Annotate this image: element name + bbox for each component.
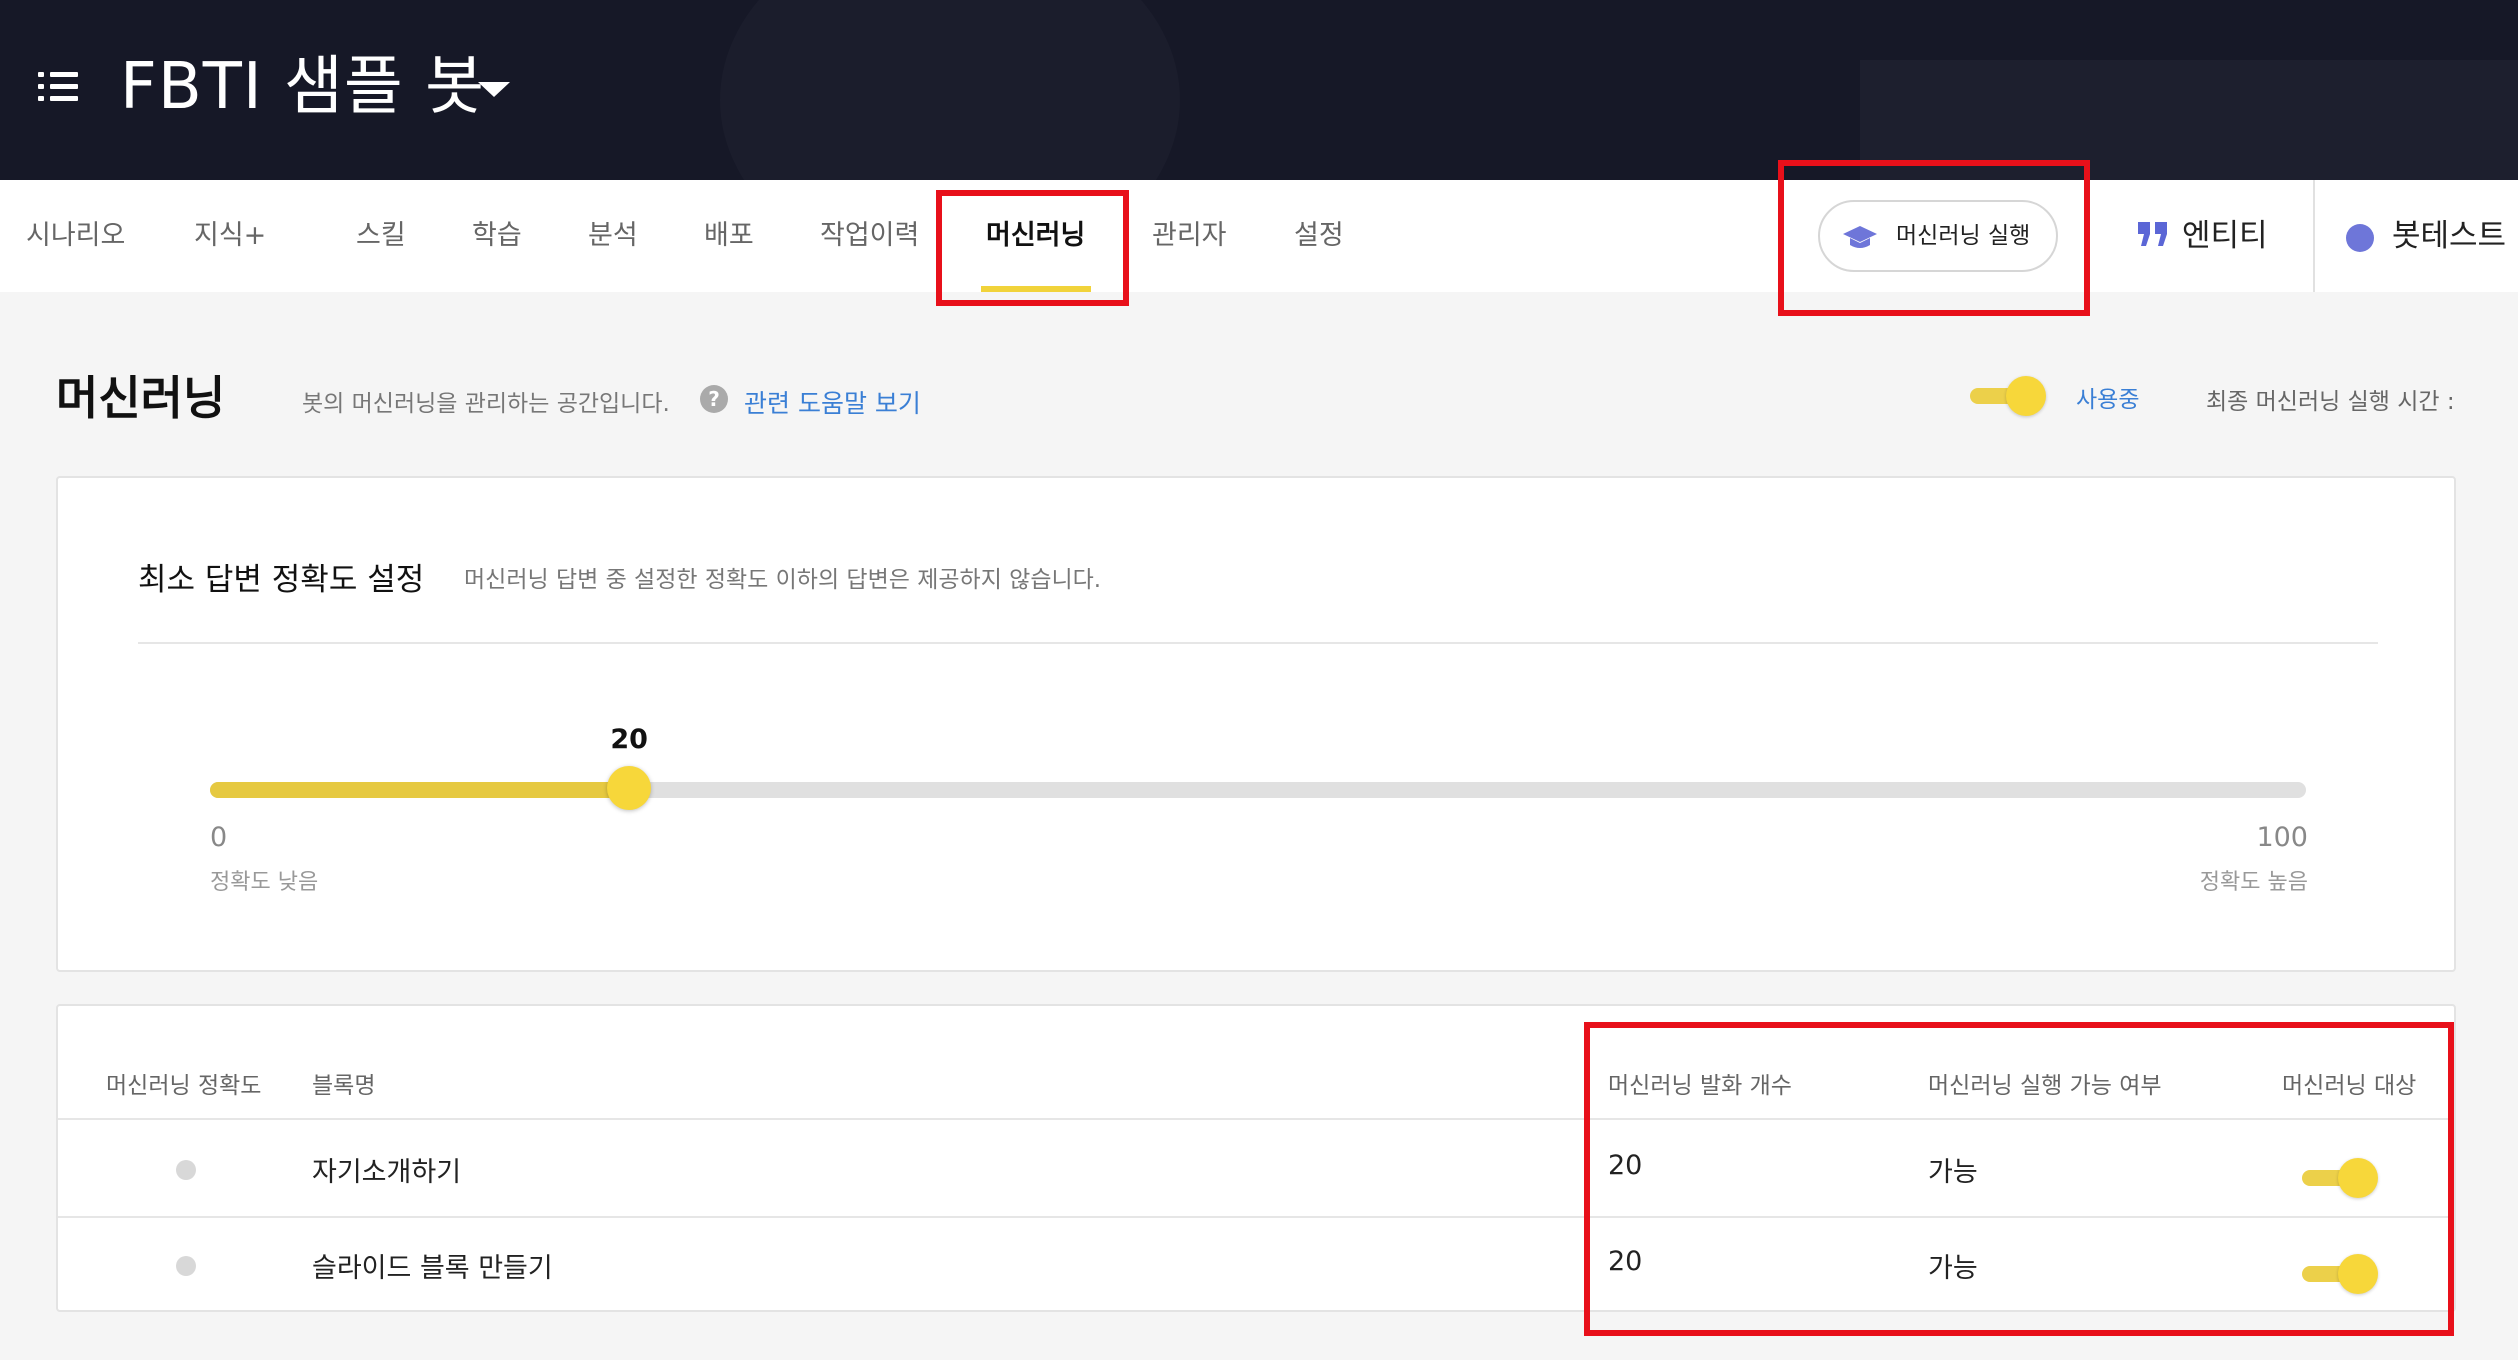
accuracy-slider-handle[interactable] (607, 766, 652, 810)
tab-admin[interactable]: 관리자 (1152, 180, 1227, 292)
use-status-label: 사용중 (2076, 387, 2140, 413)
section-divider (138, 642, 2378, 644)
accuracy-dot-indicator (176, 1256, 196, 1276)
tab-scenario[interactable]: 시나리오 (26, 180, 125, 292)
highlight-box-table-columns (1584, 1022, 2454, 1336)
table-row-block-name[interactable]: 자기소개하기 (312, 1150, 461, 1189)
slider-min-label: 정확도 낮음 (210, 870, 319, 895)
bot-test-label: 봇테스트 (2392, 218, 2507, 254)
entity-label: 엔티티 (2182, 218, 2268, 254)
main-nav: 시나리오 지식+ 스킬 학습 분석 배포 작업이력 머신러닝 관리자 설정 머신… (0, 180, 2518, 292)
tab-deploy[interactable]: 배포 (704, 180, 754, 292)
bot-name-title[interactable]: FBTI 샘플 봇 (120, 42, 485, 132)
tab-learning[interactable]: 학습 (472, 180, 522, 292)
help-icon[interactable]: ? (700, 385, 728, 413)
slider-min-value: 0 (210, 822, 228, 853)
tab-history[interactable]: 작업이력 (820, 180, 919, 292)
accuracy-slider-fill (210, 782, 630, 798)
toggle-knob (2006, 376, 2046, 416)
nav-divider (2313, 180, 2315, 292)
tab-analysis[interactable]: 분석 (588, 180, 638, 292)
column-header-accuracy: 머신러닝 정확도 (106, 1073, 262, 1099)
header-decoration (720, 0, 1180, 180)
accuracy-section-title: 최소 답변 정확도 설정 (138, 562, 425, 598)
page-title: 머신러닝 (56, 371, 226, 425)
last-run-time-label: 최종 머신러닝 실행 시간 : (2206, 389, 2455, 415)
slider-max-value: 100 (2256, 822, 2308, 853)
page-description: 봇의 머신러닝을 관리하는 공간입니다. (302, 391, 670, 417)
tab-knowledge-plus[interactable]: 지식+ (194, 180, 266, 292)
slider-value-label: 20 (610, 724, 648, 755)
highlight-box-ml-run (1778, 160, 2090, 316)
chat-bubble-icon (2346, 224, 2374, 252)
table-row-block-name[interactable]: 슬라이드 블록 만들기 (312, 1246, 553, 1285)
tab-settings[interactable]: 설정 (1294, 180, 1344, 292)
slider-max-label: 정확도 높음 (2199, 870, 2308, 895)
ml-use-toggle[interactable] (1970, 376, 2046, 416)
accuracy-slider-track[interactable] (210, 782, 2306, 798)
menu-icon[interactable] (38, 70, 78, 104)
accuracy-settings-card: 최소 답변 정확도 설정 머신러닝 답변 중 설정한 정확도 이하의 답변은 제… (56, 476, 2456, 972)
chevron-down-icon[interactable] (478, 82, 510, 97)
tab-skill[interactable]: 스킬 (356, 180, 406, 292)
top-header: FBTI 샘플 봇 (0, 0, 2518, 180)
highlight-box-ml-tab (936, 190, 1129, 306)
column-header-block: 블록명 (312, 1073, 376, 1099)
accuracy-section-description: 머신러닝 답변 중 설정한 정확도 이하의 답변은 제공하지 않습니다. (464, 567, 1102, 593)
quote-icon (2138, 222, 2167, 246)
help-link[interactable]: 관련 도움말 보기 (744, 384, 921, 420)
accuracy-dot-indicator (176, 1160, 196, 1180)
